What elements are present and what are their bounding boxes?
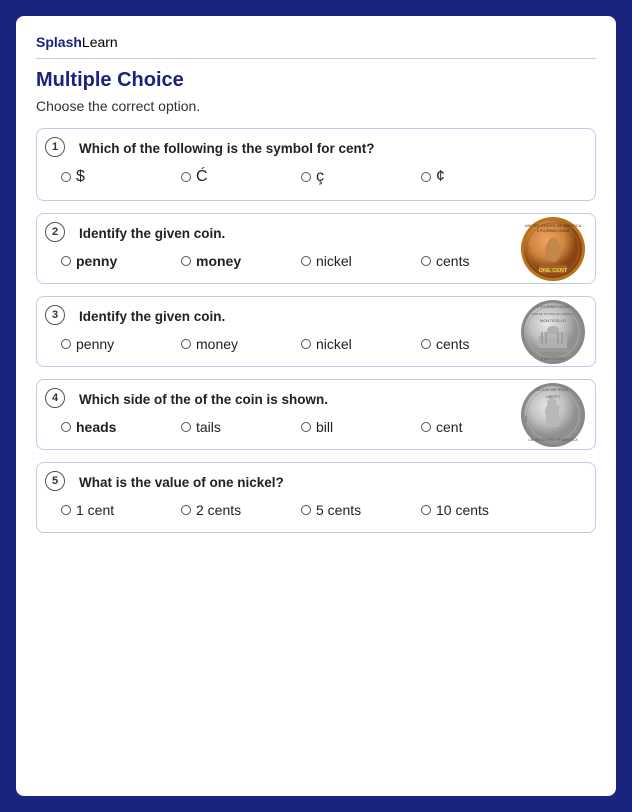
svg-text:2005: 2005 <box>524 415 528 422</box>
svg-text:ONE CENT: ONE CENT <box>539 268 568 274</box>
option-label-5-2: 2 cents <box>196 502 241 518</box>
option-label-1-3: ç <box>316 168 324 186</box>
question-number-3: 3 <box>45 305 65 325</box>
logo-splash: Splash <box>36 34 82 50</box>
coin-image-4: IN GOD WE TRUST LIBERTY UNITED STATES OF… <box>519 381 587 449</box>
option-1-3[interactable]: ç <box>301 168 421 186</box>
option-1-1[interactable]: $ <box>61 168 181 186</box>
question-card-3: 3 Identify the given coin. penny money nicke… <box>36 296 596 367</box>
option-label-3-4: cents <box>436 336 469 352</box>
options-row-5: 1 cent 2 cents 5 cents 10 cents <box>61 502 581 518</box>
option-circle-4-2 <box>181 422 191 432</box>
option-circle-2-4 <box>421 256 431 266</box>
page-container: SplashLearn Multiple Choice Choose the c… <box>16 16 616 796</box>
svg-text:UNITED STATES OF AMERICA: UNITED STATES OF AMERICA <box>532 312 575 316</box>
option-label-1-4: ¢ <box>436 168 445 186</box>
option-label-1-2: Ć <box>196 168 208 186</box>
option-label-4-3: bill <box>316 419 333 435</box>
option-circle-1-2 <box>181 172 191 182</box>
option-circle-5-3 <box>301 505 311 515</box>
coin-image-3: E PLURIBUS UNUM MONTICELLO FIVE CENTS UN… <box>519 298 587 366</box>
option-circle-5-1 <box>61 505 71 515</box>
option-2-3[interactable]: nickel <box>301 253 421 269</box>
option-2-2[interactable]: money <box>181 253 301 269</box>
question-text-2: Identify the given coin. <box>79 226 581 241</box>
section-title: Multiple Choice <box>36 69 596 92</box>
option-2-1[interactable]: penny <box>61 253 181 269</box>
option-label-3-2: money <box>196 336 238 352</box>
option-1-2[interactable]: Ć <box>181 168 301 186</box>
option-5-2[interactable]: 2 cents <box>181 502 301 518</box>
option-circle-1-3 <box>301 172 311 182</box>
option-circle-3-1 <box>61 339 71 349</box>
option-5-3[interactable]: 5 cents <box>301 502 421 518</box>
question-card-1: 1 Which of the following is the symbol fo… <box>36 128 596 201</box>
option-circle-1-4 <box>421 172 431 182</box>
option-circle-5-4 <box>421 505 431 515</box>
svg-text:UNITED STATES OF AMERICA: UNITED STATES OF AMERICA <box>528 438 578 442</box>
options-row-1: $ Ćç ¢ <box>61 168 581 186</box>
option-label-2-1: penny <box>76 253 117 269</box>
option-4-3[interactable]: bill <box>301 419 421 435</box>
option-3-1[interactable]: penny <box>61 336 181 352</box>
option-circle-3-3 <box>301 339 311 349</box>
option-circle-2-1 <box>61 256 71 266</box>
option-5-4[interactable]: 10 cents <box>421 502 541 518</box>
option-label-5-1: 1 cent <box>76 502 114 518</box>
option-4-2[interactable]: tails <box>181 419 301 435</box>
question-text-3: Identify the given coin. <box>79 309 581 324</box>
option-label-3-1: penny <box>76 336 114 352</box>
option-3-3[interactable]: nickel <box>301 336 421 352</box>
option-label-2-3: nickel <box>316 253 352 269</box>
svg-text:FIVE CENTS: FIVE CENTS <box>541 356 565 361</box>
question-number-5: 5 <box>45 471 65 491</box>
option-circle-3-4 <box>421 339 431 349</box>
svg-text:LIBERTY: LIBERTY <box>546 395 561 399</box>
option-circle-4-4 <box>421 422 431 432</box>
question-number-2: 2 <box>45 222 65 242</box>
question-card-4: 4 Which side of the of the coin is shown.… <box>36 379 596 450</box>
question-text-5: What is the value of one nickel? <box>79 475 581 490</box>
option-circle-4-1 <box>61 422 71 432</box>
logo-learn: Learn <box>82 34 118 50</box>
option-circle-1-1 <box>61 172 71 182</box>
question-text-1: Which of the following is the symbol for… <box>79 141 581 156</box>
option-circle-5-2 <box>181 505 191 515</box>
option-label-5-3: 5 cents <box>316 502 361 518</box>
option-label-4-4: cent <box>436 419 462 435</box>
option-label-5-4: 10 cents <box>436 502 489 518</box>
option-4-1[interactable]: heads <box>61 419 181 435</box>
svg-text:UNITED STATES OF AMERICA: UNITED STATES OF AMERICA <box>525 223 582 228</box>
question-number-1: 1 <box>45 137 65 157</box>
option-circle-3-2 <box>181 339 191 349</box>
header-divider <box>36 58 596 59</box>
question-text-4: Which side of the of the coin is shown. <box>79 392 581 407</box>
option-label-2-2: money <box>196 253 241 269</box>
question-card-5: 5 What is the value of one nickel? 1 cent 2… <box>36 462 596 533</box>
options-row-3: penny money nickel cents <box>61 336 501 352</box>
option-label-4-1: heads <box>76 419 116 435</box>
instruction-text: Choose the correct option. <box>36 98 596 114</box>
option-5-1[interactable]: 1 cent <box>61 502 181 518</box>
svg-text:E PLURIBUS UNUM: E PLURIBUS UNUM <box>537 305 569 309</box>
option-label-2-4: cents <box>436 253 469 269</box>
option-3-2[interactable]: money <box>181 336 301 352</box>
questions-container: 1 Which of the following is the symbol fo… <box>36 128 596 533</box>
coin-image-2: UNITED STATES OF AMERICA E PLURIBUS UNUM… <box>519 215 587 283</box>
options-row-4: heads tails bill cent <box>61 419 501 435</box>
option-circle-2-3 <box>301 256 311 266</box>
svg-text:MONTICELLO: MONTICELLO <box>540 318 566 323</box>
logo: SplashLearn <box>36 34 596 50</box>
options-row-2: penny money nickel cents <box>61 253 501 269</box>
question-card-2: 2 Identify the given coin. penny money nicke… <box>36 213 596 284</box>
option-label-4-2: tails <box>196 419 221 435</box>
option-1-4[interactable]: ¢ <box>421 168 541 186</box>
option-circle-2-2 <box>181 256 191 266</box>
option-label-3-3: nickel <box>316 336 352 352</box>
option-label-1-1: $ <box>76 168 85 186</box>
svg-text:IN GOD WE TRUST: IN GOD WE TRUST <box>537 388 569 392</box>
question-number-4: 4 <box>45 388 65 408</box>
svg-text:E PLURIBUS UNUM: E PLURIBUS UNUM <box>537 229 569 233</box>
option-circle-4-3 <box>301 422 311 432</box>
